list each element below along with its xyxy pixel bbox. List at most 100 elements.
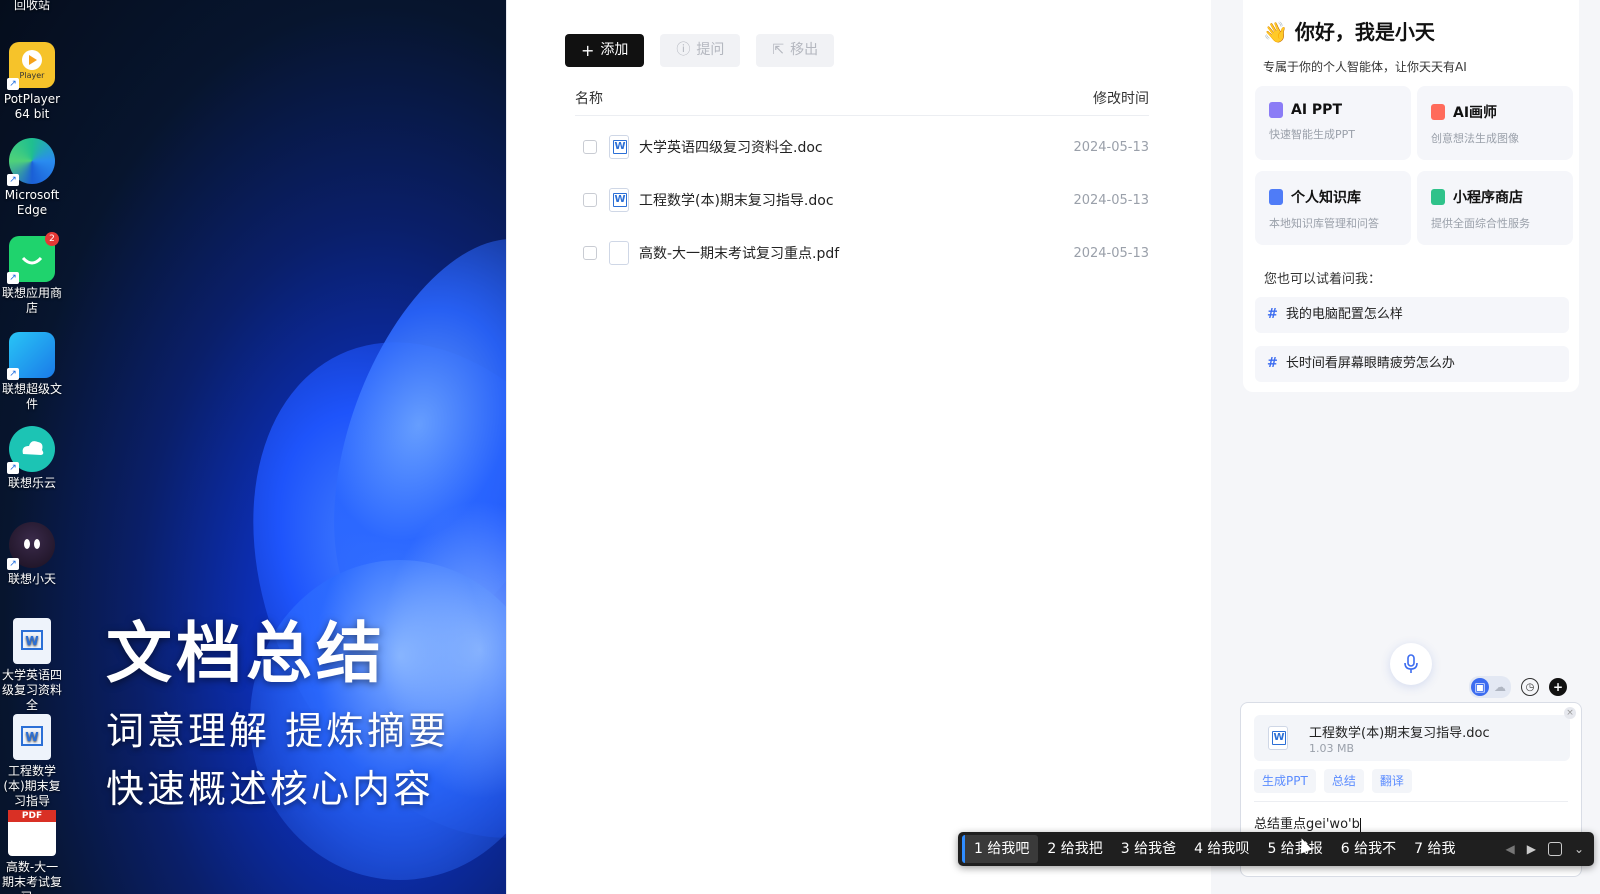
desktop-icon-english-doc[interactable]: W 大学英语四级复习资料全 — [0, 618, 64, 713]
svg-text:W: W — [25, 634, 38, 648]
suggestion-item[interactable]: # 长时间看屏幕眼睛疲劳怎么办 — [1255, 346, 1569, 382]
desktop-icon-label: 大学英语四级复习资料全 — [1, 668, 62, 712]
generate-ppt-chip[interactable]: 生成PPT — [1254, 769, 1316, 793]
desktop-icon-label: PotPlayer 64 bit — [3, 92, 61, 121]
desktop-icon-label: Microsoft Edge — [4, 188, 60, 217]
edge-icon: ↗ — [7, 138, 55, 186]
ime-candidate[interactable]: 3 给我爸 — [1112, 835, 1185, 863]
file-name: 大学英语四级复习资料全.doc — [639, 140, 823, 156]
knowledge-file-panel: + 添加 ⓘ 提问 ⇱ 移出 名称 修改时间 大学英语四级复习资料全.doc 2… — [506, 0, 1211, 894]
desktop-icon-label: 联想超级文件 — [1, 382, 62, 411]
folder-icon: ↗ — [7, 332, 55, 380]
column-name-header: 名称 — [575, 91, 603, 107]
cloud-icon: ↗ — [7, 426, 55, 474]
book-icon — [1269, 189, 1283, 205]
add-button[interactable]: + 添加 — [565, 34, 645, 67]
feature-mini-program-store[interactable]: 小程序商店 提供全面综合性服务 — [1417, 171, 1573, 245]
desktop-icon-label: 工程数学(本)期末复习指导 — [3, 764, 61, 808]
desktop-icon-recycle-bin[interactable]: 回收站 — [0, 0, 64, 13]
shortcut-arrow-icon: ↗ — [7, 174, 19, 186]
ime-candidate[interactable]: 6 给我不 — [1332, 835, 1405, 863]
file-row[interactable]: 大学英语四级复习资料全.doc 2024-05-13 — [575, 121, 1149, 173]
microphone-icon — [1404, 654, 1418, 673]
promo-title: 文档总结 — [106, 615, 386, 692]
row-checkbox[interactable] — [583, 246, 597, 260]
desktop-icon-label: 联想乐云 — [7, 476, 56, 490]
text-caret — [1359, 817, 1361, 832]
desktop-icon-potplayer[interactable]: Player ↗ PotPlayer 64 bit — [0, 42, 64, 122]
xiaotian-robot-icon: ↗ — [7, 522, 55, 570]
file-toolbar: + 添加 ⓘ 提问 ⇱ 移出 — [565, 34, 835, 67]
desktop-icon-lenovo-xiaotian[interactable]: ↗ 联想小天 — [0, 522, 64, 587]
local-cloud-toggle[interactable]: ▣ ☁ — [1469, 676, 1511, 698]
desktop-icon-lenovo-app-store[interactable]: 2 ↗ 联想应用商店 — [0, 232, 64, 316]
desktop-icon-lenovo-super-files[interactable]: ↗ 联想超级文件 — [0, 332, 64, 412]
microphone-button[interactable] — [1390, 643, 1432, 685]
hash-icon: # — [1267, 307, 1278, 322]
chat-input[interactable]: 总结重点gei'wo'b — [1254, 813, 1361, 832]
feature-ai-painter[interactable]: AI画师 创意想法生成图像 — [1417, 86, 1573, 160]
greeting-title: 👋 你好，我是小天 — [1263, 20, 1435, 44]
shortcut-arrow-icon: ↗ — [7, 78, 19, 90]
history-clock-icon[interactable]: ◷ — [1521, 678, 1539, 696]
ime-candidate[interactable]: 7 给我 — [1405, 835, 1464, 863]
desktop-icon-edge[interactable]: ↗ Microsoft Edge — [0, 138, 64, 218]
ime-candidate[interactable]: 4 给我呗 — [1185, 835, 1258, 863]
local-mode-icon[interactable]: ▣ — [1471, 678, 1489, 696]
shortcut-arrow-icon: ↗ — [7, 368, 19, 380]
desktop-icon-label: 高数-大一期末考试复习... — [1, 860, 62, 894]
file-name: 工程数学(本)期末复习指导.doc — [639, 193, 834, 209]
next-page-icon[interactable]: ▶ — [1527, 842, 1536, 856]
file-table-header: 名称 修改时间 — [575, 88, 1149, 116]
suggestion-item[interactable]: # 我的电脑配置怎么样 — [1255, 297, 1569, 333]
ime-candidate[interactable]: 2 给我把 — [1038, 835, 1111, 863]
attached-file-size: 1.03 MB — [1309, 742, 1355, 755]
feature-ai-ppt[interactable]: AI PPT 快速智能生成PPT — [1255, 86, 1411, 160]
column-modified-header: 修改时间 — [1093, 91, 1149, 107]
desktop-icon-calculus-pdf[interactable]: PDF 高数-大一期末考试复习... — [0, 810, 64, 894]
summarize-chip[interactable]: 总结 — [1323, 769, 1364, 793]
desktop: 回收站 Player ↗ PotPlayer 64 bit ↗ Microsof… — [0, 0, 506, 894]
greeting-subtitle: 专属于你的个人智能体，让你天天有AI — [1263, 60, 1467, 74]
translate-chip[interactable]: 翻译 — [1371, 769, 1412, 793]
desktop-icon-label: 联想小天 — [7, 572, 56, 586]
desktop-icon-lenovo-cloud[interactable]: ↗ 联想乐云 — [0, 426, 64, 491]
promo-subtitle: 快速概述核心内容 — [106, 767, 435, 811]
ppt-icon — [1269, 102, 1283, 118]
shopping-bag-icon: 2 ↗ — [7, 232, 59, 284]
ask-button[interactable]: ⓘ 提问 — [660, 34, 741, 67]
remove-attachment-icon[interactable]: × — [1564, 707, 1576, 719]
file-row[interactable]: 高数-大一期末考试复习重点.pdf 2024-05-13 — [575, 227, 1149, 279]
paint-icon — [1431, 104, 1445, 120]
prev-page-icon[interactable]: ◀ — [1505, 842, 1514, 856]
remove-button[interactable]: ⇱ 移出 — [756, 34, 835, 67]
row-checkbox[interactable] — [583, 140, 597, 154]
feature-knowledge-base[interactable]: 个人知识库 本地知识库管理和问答 — [1255, 171, 1411, 245]
file-date: 2024-05-13 — [1073, 139, 1149, 155]
word-file-icon — [609, 135, 629, 159]
desktop-icon-math-doc[interactable]: W 工程数学(本)期末复习指导 — [0, 714, 64, 809]
ime-candidate[interactable]: 5 给我报 — [1258, 835, 1331, 863]
ime-candidate-bar: 1 给我吧 2 给我把 3 给我爸 4 给我呗 5 给我报 6 给我不 7 给我… — [958, 832, 1594, 866]
word-document-icon: W — [13, 714, 51, 760]
promo-subtitle: 词意理解 提炼摘要 — [106, 709, 450, 753]
desktop-icon-label: 联想应用商店 — [1, 286, 62, 315]
question-circle-icon: ⓘ — [676, 42, 691, 58]
ime-controls: ◀ ▶ ⌄ — [1505, 842, 1594, 856]
cloud-mode-icon[interactable]: ☁ — [1491, 678, 1509, 696]
divider — [1254, 801, 1568, 802]
file-name: 高数-大一期末考试复习重点.pdf — [639, 246, 840, 262]
mode-icon-bar: ▣ ☁ ◷ + — [1469, 676, 1567, 698]
expand-chevron-icon[interactable]: ⌄ — [1574, 842, 1584, 856]
ime-sticker-icon[interactable] — [1547, 842, 1562, 856]
wave-hand-icon: 👋 — [1263, 20, 1288, 44]
file-row[interactable]: 工程数学(本)期末复习指导.doc 2024-05-13 — [575, 174, 1149, 226]
ime-candidate[interactable]: 1 给我吧 — [962, 835, 1039, 863]
file-date: 2024-05-13 — [1073, 245, 1149, 261]
row-checkbox[interactable] — [583, 193, 597, 207]
new-chat-plus-icon[interactable]: + — [1549, 678, 1567, 696]
quick-actions: 生成PPT 总结 翻译 — [1254, 769, 1412, 793]
store-icon — [1431, 189, 1445, 205]
shortcut-arrow-icon: ↗ — [7, 462, 19, 474]
shortcut-arrow-icon: ↗ — [7, 272, 19, 284]
